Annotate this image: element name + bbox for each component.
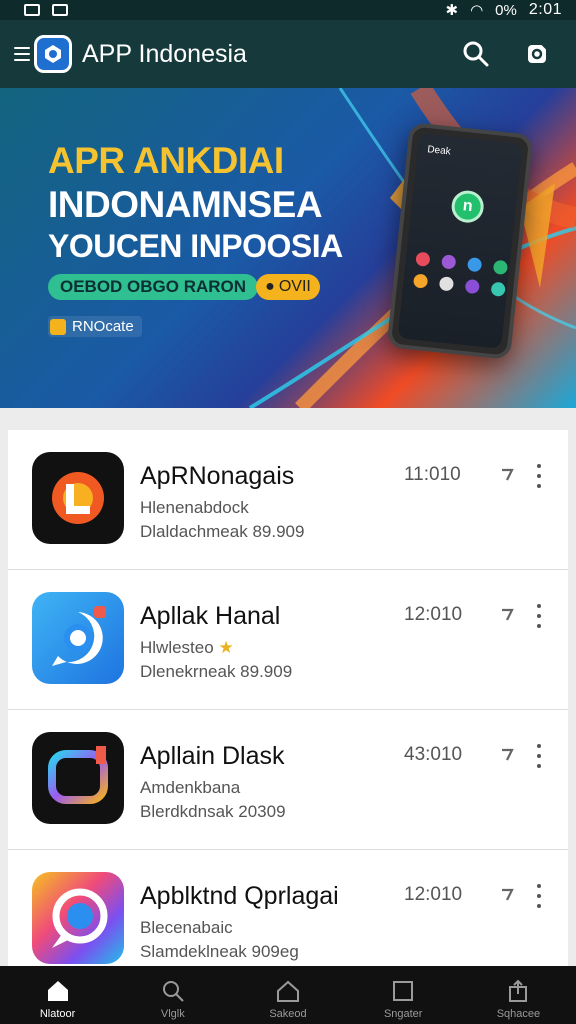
app-icon-2 [32,592,124,684]
app-subtitle-3: Amdenkbana [140,778,241,797]
app-icon-1 [32,452,124,544]
star-icon: ★ [218,638,234,657]
status-bar: ✱ ◠ 0% 2:01 [0,0,576,20]
list-item[interactable]: ApRNonagais Hlenenabdock Dlaldachmeak 89… [8,430,568,570]
banner-badge-label: OVII [278,278,311,295]
banner-cta-pill[interactable]: OEBOD OBGO RARON [48,274,259,300]
banner-headline-2: INDONAMNSEA [48,184,323,225]
phone-app-logo: n [450,189,486,225]
bluetooth-icon: ✱ [445,2,459,19]
list-item[interactable]: Apblktnd Qprlagai Blecenabaic Slamdeklne… [8,850,568,970]
menu-icon[interactable] [14,47,30,61]
app-count-4: 12:010 [404,884,463,905]
search-icon [162,981,184,1002]
search-icon [463,41,489,67]
nav-share-label: Sqhacee [496,1008,541,1020]
nav-home[interactable]: Nlatoor [0,966,115,1024]
app-list: ApRNonagais Hlenenabdock Dlaldachmeak 89… [8,430,568,970]
phone-screen-label: Deak [426,144,452,158]
app-logo [34,35,72,73]
nav-home-label: Nlatoor [39,1008,76,1020]
app-meta-1: Dlaldachmeak 89.909 [140,522,305,541]
banner-headline-1: APR ANKDIAI [48,140,284,181]
phone-app-grid [412,251,512,298]
promo-banner[interactable]: APR ANKDIAI INDONAMNSEA YOUCEN INPOOSIA … [0,88,576,408]
battery-percent: 0% [495,1,517,19]
gallery-icon [52,4,68,16]
banner-badge[interactable]: ● OVII [256,274,320,300]
more-options-icon[interactable] [534,744,544,768]
nav-saved-label: Sakeod [269,1008,307,1020]
screenshot-icon [24,4,40,16]
share-button[interactable] [522,38,554,70]
more-options-icon[interactable] [534,884,544,908]
more-options-icon[interactable] [534,464,544,488]
bottom-nav: Nlatoor Vlglk Sakeod Sngater Sqhacee [0,966,576,1024]
box-icon [50,318,66,335]
wifi-icon: ◠ [470,2,484,19]
arrow-icon[interactable] [498,464,518,484]
phone-illustration: Deak n [386,122,534,360]
nav-saved[interactable]: Sakeod [230,966,345,1024]
app-meta-4: Slamdeklneak 909eg [140,942,299,961]
nav-share[interactable]: Sqhacee [461,966,576,1024]
app-bar: APP Indonesia [0,20,576,88]
banner-small-label: RNOcate [72,318,134,335]
home-icon [47,981,68,1001]
share-icon [509,979,528,1002]
app-title-4: Apblktnd Qprlagai [140,882,339,910]
coin-icon: ● [265,278,275,295]
share-icon [528,43,548,63]
app-title: APP Indonesia [82,39,247,68]
app-subtitle-2: Hlwlesteo ★ [140,638,234,657]
app-count-2: 12:010 [404,604,463,625]
search-button[interactable] [460,38,492,70]
nav-updates[interactable]: Sngater [346,966,461,1024]
list-item[interactable]: Apllak Hanal Hlwlesteo ★ Dlenekrneak 89.… [8,570,568,710]
app-title-1: ApRNonagais [140,462,295,490]
nav-search[interactable]: Vlglk [115,966,230,1024]
arrow-icon[interactable] [498,744,518,764]
nav-search-label: Vlglk [160,1008,185,1020]
app-subtitle-1: Hlenenabdock [140,498,249,517]
house-outline-icon [277,980,299,1002]
app-count-1: 11:010 [404,464,461,485]
app-icon-3 [32,732,124,824]
app-title-3: Apllain Dlask [140,742,285,770]
app-meta-3: Blerdkdnsak 20309 [140,802,286,821]
more-options-icon[interactable] [534,604,544,628]
square-icon [393,981,414,1001]
app-meta-2: Dlenekrneak 89.909 [140,662,293,681]
arrow-icon[interactable] [498,884,518,904]
list-item[interactable]: Apllain Dlask Amdenkbana Blerdkdnsak 203… [8,710,568,850]
nav-updates-label: Sngater [383,1008,423,1020]
banner-headline-3: YOUCEN INPOOSIA [48,228,343,264]
app-subtitle-4: Blecenabaic [140,918,233,937]
status-time: 2:01 [528,1,562,18]
arrow-icon[interactable] [498,604,518,624]
app-icon-4 [32,872,124,964]
banner-small-tag: RNOcate [48,316,142,337]
app-title-2: Apllak Hanal [140,602,281,630]
app-count-3: 43:010 [404,744,463,765]
